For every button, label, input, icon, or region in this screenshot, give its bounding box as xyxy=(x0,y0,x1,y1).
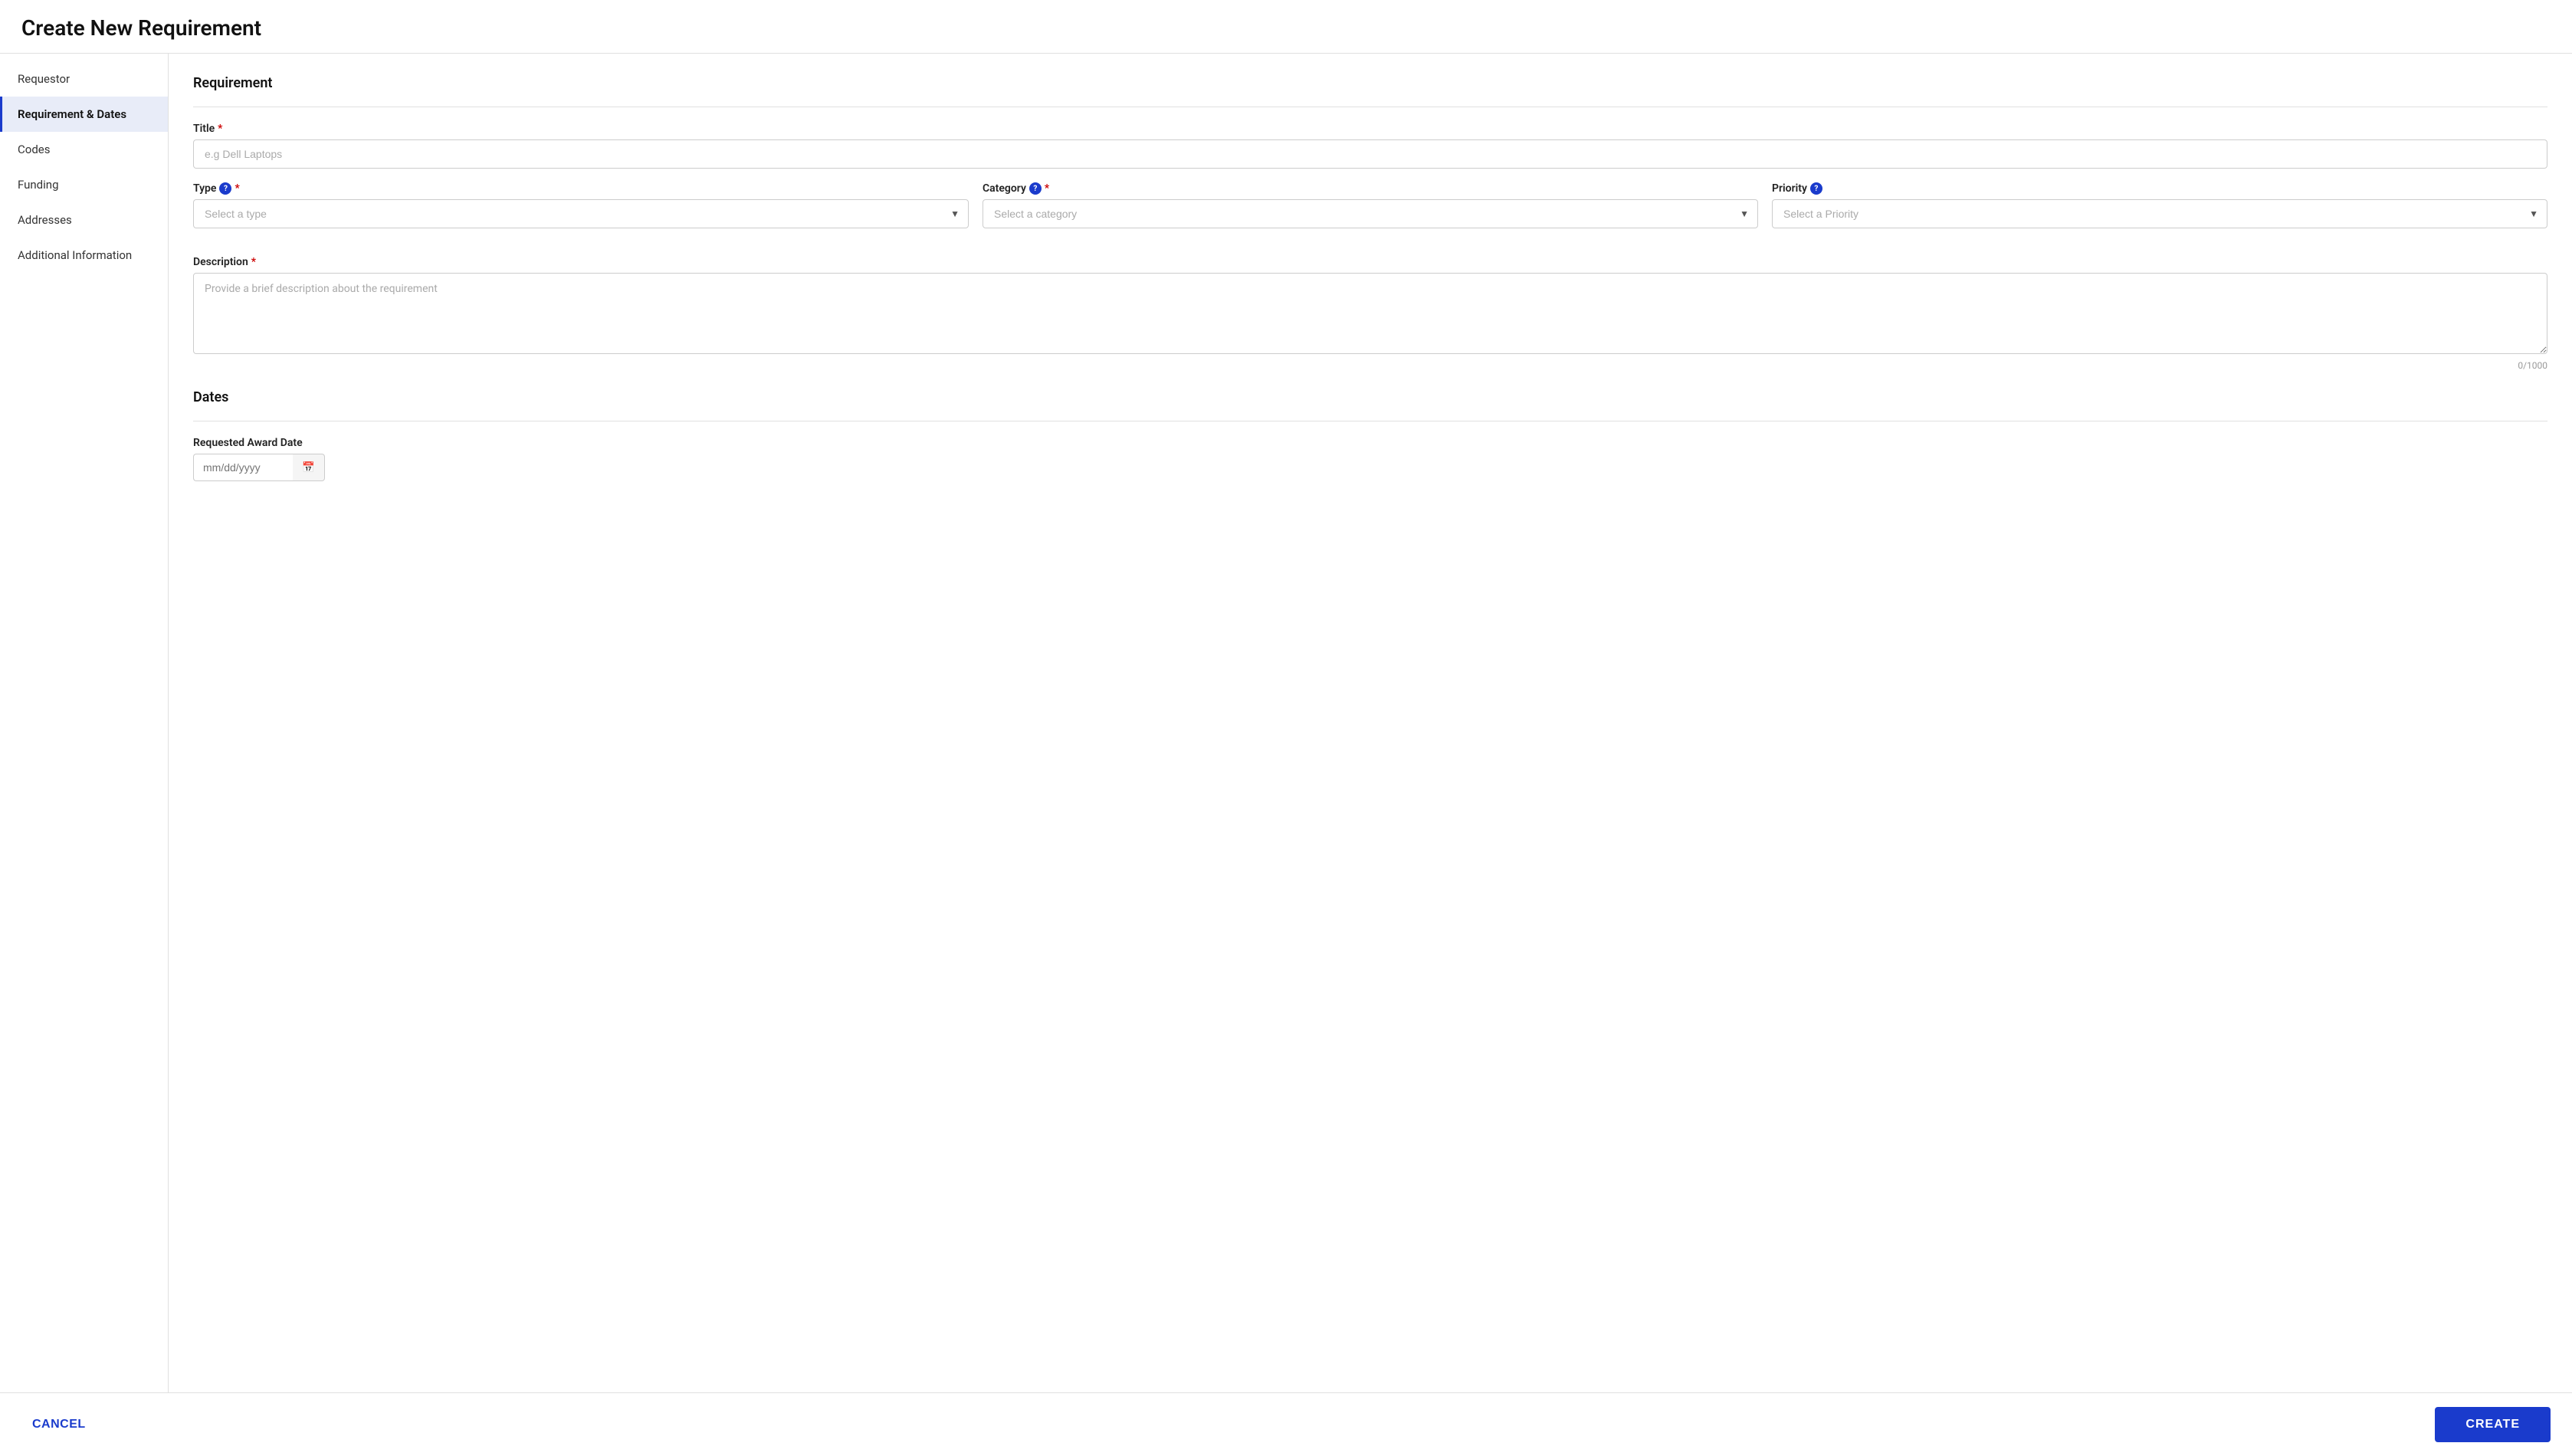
sidebar-item-requirement-dates[interactable]: Requirement & Dates xyxy=(0,97,168,132)
page-title: Create New Requirement xyxy=(21,15,2551,41)
sidebar-item-additional-information[interactable]: Additional Information xyxy=(0,238,168,273)
title-group: Title * xyxy=(193,123,2547,169)
category-select-wrapper: Select a category ▼ xyxy=(983,199,1758,228)
type-select-wrapper: Select a type ▼ xyxy=(193,199,969,228)
priority-label: Priority ? xyxy=(1772,182,2547,195)
priority-select-wrapper: Select a Priority ▼ xyxy=(1772,199,2547,228)
form-content: Requirement Title * Type ? * Select xyxy=(169,54,2572,1392)
priority-help-icon[interactable]: ? xyxy=(1810,182,1822,195)
requested-award-date-label: Requested Award Date xyxy=(193,437,2547,449)
priority-group: Priority ? Select a Priority ▼ xyxy=(1772,182,2547,228)
description-required-star: * xyxy=(251,256,256,268)
main-layout: Requestor Requirement & Dates Codes Fund… xyxy=(0,54,2572,1392)
title-required-star: * xyxy=(218,123,222,135)
category-label: Category ? * xyxy=(983,182,1758,195)
requirement-section-title: Requirement xyxy=(193,75,2547,91)
date-input[interactable] xyxy=(193,454,293,481)
page-header: Create New Requirement xyxy=(0,0,2572,54)
category-required-star: * xyxy=(1045,182,1049,195)
category-help-icon[interactable]: ? xyxy=(1029,182,1042,195)
calendar-icon: 📅 xyxy=(302,461,315,474)
sidebar-item-codes[interactable]: Codes xyxy=(0,132,168,167)
title-label: Title * xyxy=(193,123,2547,135)
calendar-icon-button[interactable]: 📅 xyxy=(293,454,325,481)
description-textarea[interactable] xyxy=(193,273,2547,354)
category-group: Category ? * Select a category ▼ xyxy=(983,182,1758,228)
priority-select[interactable]: Select a Priority xyxy=(1772,199,2547,228)
requested-award-date-group: Requested Award Date 📅 xyxy=(193,437,2547,481)
category-select[interactable]: Select a category xyxy=(983,199,1758,228)
cancel-button[interactable]: CANCEL xyxy=(21,1410,97,1439)
sidebar-item-requestor[interactable]: Requestor xyxy=(0,61,168,97)
type-category-priority-row: Type ? * Select a type ▼ Category ? * xyxy=(193,182,2547,242)
footer: CANCEL CREATE xyxy=(0,1392,2572,1456)
type-help-icon[interactable]: ? xyxy=(219,182,231,195)
title-input[interactable] xyxy=(193,139,2547,169)
dates-section: Dates Requested Award Date 📅 xyxy=(193,389,2547,481)
sidebar-item-funding[interactable]: Funding xyxy=(0,167,168,202)
type-group: Type ? * Select a type ▼ xyxy=(193,182,969,228)
type-label: Type ? * xyxy=(193,182,969,195)
date-input-wrapper: 📅 xyxy=(193,454,331,481)
description-label: Description * xyxy=(193,256,2547,268)
sidebar-item-addresses[interactable]: Addresses xyxy=(0,202,168,238)
description-group: Description * 0/1000 xyxy=(193,256,2547,371)
type-required-star: * xyxy=(235,182,239,195)
dates-section-title: Dates xyxy=(193,389,2547,405)
create-button[interactable]: CREATE xyxy=(2435,1407,2551,1442)
sidebar: Requestor Requirement & Dates Codes Fund… xyxy=(0,54,169,1392)
char-counter: 0/1000 xyxy=(193,360,2547,371)
type-select[interactable]: Select a type xyxy=(193,199,969,228)
